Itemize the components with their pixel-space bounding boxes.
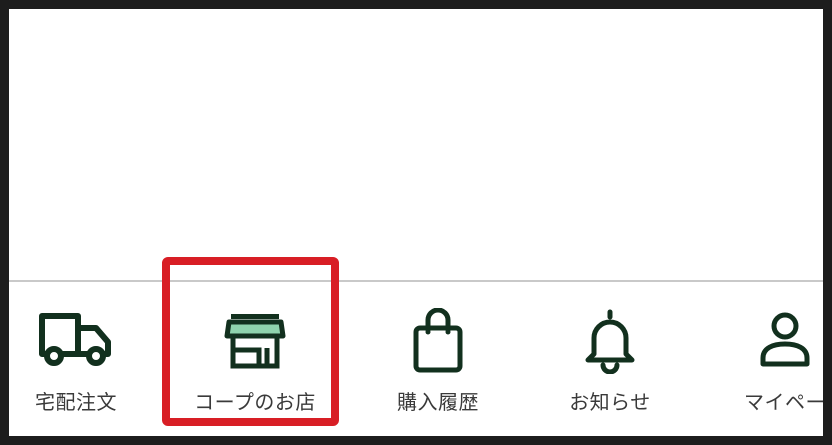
store-icon <box>215 308 295 374</box>
screenshot-frame: 宅配注文 コープのお店 購入履歴 お知らせ マイペー <box>0 0 832 445</box>
tab-notifications[interactable]: お知らせ <box>525 282 695 432</box>
tab-label: コープのお店 <box>194 390 316 414</box>
tab-purchase-history[interactable]: 購入履歴 <box>353 282 523 432</box>
tab-label: 宅配注文 <box>35 390 117 414</box>
content-area <box>9 9 823 280</box>
bottom-tab-bar: 宅配注文 コープのお店 購入履歴 お知らせ マイペー <box>9 280 826 436</box>
shopping-bag-icon <box>398 308 478 374</box>
tab-label: お知らせ <box>569 390 651 414</box>
tab-my-page[interactable]: マイペー <box>700 282 826 432</box>
tab-label: 購入履歴 <box>397 390 479 414</box>
truck-icon <box>36 308 116 374</box>
user-icon <box>745 308 823 374</box>
tab-coop-store[interactable]: コープのお店 <box>170 282 340 432</box>
tab-label: マイペー <box>744 390 826 414</box>
tab-delivery-order[interactable]: 宅配注文 <box>9 282 161 432</box>
bell-icon <box>570 308 650 374</box>
